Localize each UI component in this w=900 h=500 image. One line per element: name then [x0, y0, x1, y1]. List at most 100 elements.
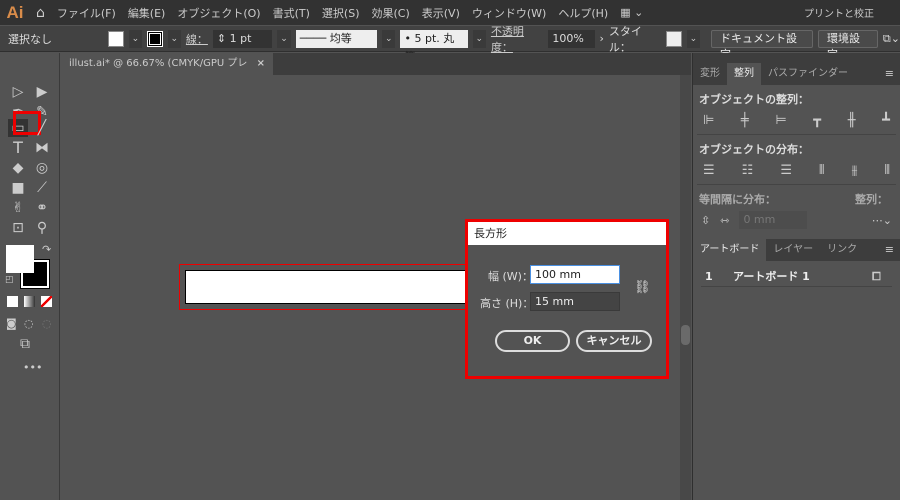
- stroke-swatch[interactable]: [147, 30, 163, 47]
- default-colors-icon[interactable]: ◰: [5, 275, 14, 285]
- align-objects-heading: オブジェクトの整列：: [699, 93, 809, 106]
- artboard-row[interactable]: 1 アートボード 1 ⧠: [701, 267, 892, 287]
- chevron-down-icon[interactable]: ⌄: [277, 29, 291, 48]
- variable-width-profile[interactable]: ──── 均等: [295, 29, 378, 48]
- menu-help[interactable]: ヘルプ(H): [552, 5, 614, 21]
- workspace-switcher[interactable]: プリントと校正: [798, 5, 880, 20]
- align-vcenter-icon[interactable]: ╫: [848, 113, 856, 128]
- tab-pathfinder[interactable]: パスファインダー: [761, 63, 855, 85]
- type-tool-icon[interactable]: T: [8, 139, 28, 157]
- preferences-button[interactable]: 環境設定: [817, 29, 878, 61]
- document-tab-title: illust.ai* @ 66.67% (CMYK/GPU プレビュー): [69, 58, 248, 91]
- brush-tool-icon[interactable]: ╱: [32, 119, 52, 137]
- swap-colors-icon[interactable]: ↷: [42, 243, 51, 256]
- height-label: 高さ (H)：: [480, 297, 534, 310]
- distribute-vcenter-icon[interactable]: ☷: [742, 163, 754, 178]
- menu-view[interactable]: 表示(V): [416, 5, 466, 21]
- opacity-label[interactable]: 不透明度：: [491, 23, 543, 55]
- draw-behind-icon[interactable]: ◌: [24, 317, 34, 330]
- distribute-left-icon[interactable]: ⫴: [819, 163, 824, 178]
- align-hcenter-icon[interactable]: ╪: [741, 113, 749, 128]
- artboard-options-icon[interactable]: ⧠: [872, 267, 892, 286]
- screen-mode-icon[interactable]: ⧉: [20, 336, 30, 352]
- menu-window[interactable]: ウィンドウ(W): [466, 5, 552, 21]
- zoom-tool-icon[interactable]: ⚲: [32, 219, 52, 237]
- fill-swatch[interactable]: [108, 30, 124, 47]
- align-to-selection-icon[interactable]: ⋯⌄: [872, 214, 892, 227]
- document-settings-button[interactable]: ドキュメント設定: [711, 29, 813, 61]
- align-left-icon[interactable]: ⊫: [703, 113, 714, 128]
- chevron-down-icon[interactable]: ⌄: [128, 29, 143, 48]
- vertical-scrollbar[interactable]: [680, 75, 691, 500]
- color-mode-icon[interactable]: [7, 296, 18, 307]
- menu-effect[interactable]: 効果(C): [366, 5, 416, 21]
- brush-definition[interactable]: • 5 pt. 丸筆: [400, 29, 468, 63]
- menu-select[interactable]: 選択(S): [316, 5, 366, 21]
- chevron-down-icon[interactable]: ⌄: [472, 29, 486, 48]
- gradient-tool-icon[interactable]: ■: [8, 179, 28, 197]
- gradient-mode-icon[interactable]: [24, 296, 35, 307]
- stroke-label[interactable]: 線：: [186, 31, 208, 47]
- chevron-down-icon[interactable]: ⌄: [686, 29, 701, 48]
- tab-transform[interactable]: 変形: [693, 63, 727, 85]
- menu-object[interactable]: オブジェクト(O): [171, 5, 266, 21]
- menu-type[interactable]: 書式(T): [267, 5, 316, 21]
- home-icon[interactable]: ⌂: [30, 5, 51, 21]
- style-swatch[interactable]: [666, 30, 682, 47]
- cancel-button[interactable]: キャンセル: [576, 330, 652, 352]
- height-input[interactable]: 15 mm: [530, 292, 620, 311]
- distribute-top-icon[interactable]: ☰: [703, 163, 715, 178]
- tab-links[interactable]: リンク: [820, 239, 864, 261]
- align-bottom-icon[interactable]: ┻: [882, 113, 890, 128]
- shape-builder-tool-icon[interactable]: ◎: [32, 159, 52, 177]
- tab-layers[interactable]: レイヤー: [766, 239, 820, 261]
- close-icon[interactable]: ×: [257, 53, 265, 75]
- ok-button[interactable]: OK: [495, 330, 570, 352]
- draw-inside-icon[interactable]: ◌: [42, 317, 52, 330]
- tab-artboards[interactable]: アートボード: [693, 239, 767, 261]
- chevron-down-icon[interactable]: ⌄: [382, 29, 396, 48]
- width-input[interactable]: 100 mm: [530, 265, 620, 284]
- artboard-panel-tabs: アートボード レイヤー リンク ≡: [693, 239, 900, 261]
- artboard-tool-icon[interactable]: ⊡: [8, 219, 28, 237]
- more-tools-icon[interactable]: •••: [23, 361, 42, 374]
- spacing-input[interactable]: 0 mm: [739, 211, 808, 229]
- align-right-icon[interactable]: ⊨: [775, 113, 786, 128]
- distribute-hcenter-icon[interactable]: ⫵: [852, 163, 858, 178]
- none-mode-icon[interactable]: [41, 296, 52, 307]
- chevron-down-icon[interactable]: ⌄: [167, 29, 181, 48]
- profile-value: 均等: [329, 31, 352, 45]
- constrain-proportions-link-icon[interactable]: ⛓: [634, 280, 651, 295]
- arrange-documents-icon[interactable]: ▦ ⌄: [614, 6, 649, 19]
- artboard-name[interactable]: アートボード 1: [733, 267, 872, 286]
- eraser-tool-icon[interactable]: ◆: [8, 159, 28, 177]
- style-label: スタイル：: [608, 24, 642, 54]
- panel-menu-icon[interactable]: ≡: [879, 63, 900, 85]
- tab-align[interactable]: 整列: [727, 63, 761, 85]
- selection-tool-icon[interactable]: ▷: [8, 83, 28, 101]
- arrange-icon[interactable]: ⧉⌄: [883, 32, 900, 46]
- draw-normal-icon[interactable]: ◙: [6, 317, 17, 330]
- eyedropper-tool-icon[interactable]: ⟋: [32, 179, 52, 197]
- reflect-tool-icon[interactable]: ⧓: [32, 139, 52, 157]
- panel-menu-icon[interactable]: ≡: [879, 239, 900, 261]
- puppet-warp-tool-icon[interactable]: ✌: [8, 199, 28, 217]
- fill-color-box[interactable]: [6, 245, 34, 273]
- symbol-sprayer-tool-icon[interactable]: ⚭: [32, 199, 52, 217]
- direct-selection-tool-icon[interactable]: ▶: [32, 83, 52, 101]
- menu-file[interactable]: ファイル(F): [51, 5, 122, 21]
- horizontal-distribute-space-icon[interactable]: ⇿: [720, 214, 729, 227]
- distribute-right-icon[interactable]: ⫴: [885, 163, 890, 178]
- scrollbar-thumb[interactable]: [681, 325, 690, 345]
- distribute-bottom-icon[interactable]: ☰: [780, 163, 792, 178]
- rectangle-object[interactable]: [185, 270, 471, 304]
- menu-edit[interactable]: 編集(E): [122, 5, 172, 21]
- stroke-weight-value: 1 pt: [229, 31, 252, 45]
- dialog-title: 長方形: [468, 222, 666, 245]
- chevron-right-icon[interactable]: ›: [600, 32, 604, 45]
- document-tab[interactable]: illust.ai* @ 66.67% (CMYK/GPU プレビュー) ×: [61, 53, 273, 91]
- stroke-weight-input[interactable]: ⇕ 1 pt: [212, 29, 273, 48]
- vertical-distribute-space-icon[interactable]: ⇳: [701, 214, 710, 227]
- opacity-input[interactable]: 100%: [548, 29, 595, 48]
- align-top-icon[interactable]: ┳: [813, 113, 821, 128]
